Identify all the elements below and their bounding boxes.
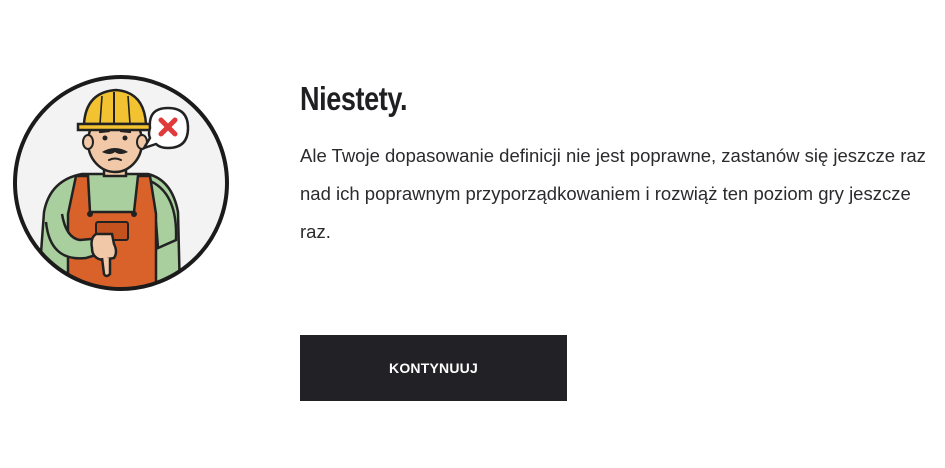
- result-message: Ale Twoje dopasowanie definicji nie jest…: [300, 145, 926, 242]
- continue-button[interactable]: KONTYNUUJ: [300, 335, 567, 401]
- result-content: Niestety. Ale Twoje dopasowanie definicj…: [300, 80, 930, 251]
- worker-thumbs-down-icon: [13, 75, 229, 291]
- result-screen: Niestety. Ale Twoje dopasowanie definicj…: [0, 0, 945, 468]
- result-title: Niestety.: [300, 80, 408, 117]
